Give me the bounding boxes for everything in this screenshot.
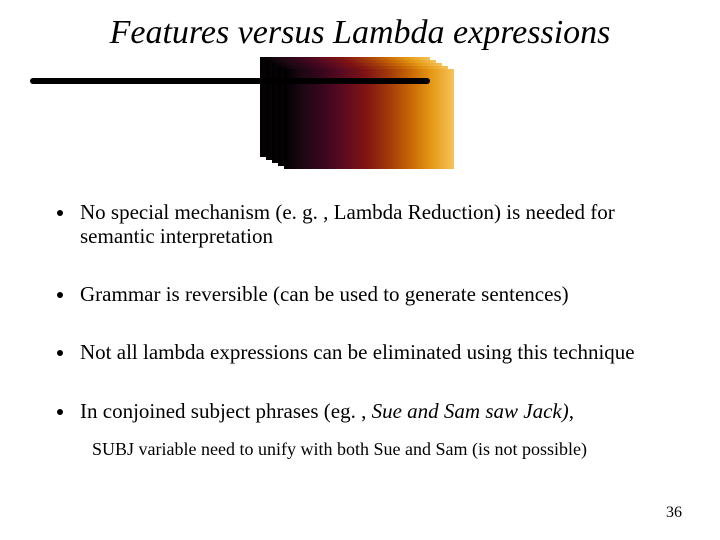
bullet-item: Grammar is reversible (can be used to ge… bbox=[76, 282, 662, 306]
bullet-item: No special mechanism (e. g. , Lambda Red… bbox=[76, 200, 662, 248]
bullet-text-pre: In conjoined subject phrases (eg. , bbox=[80, 399, 372, 423]
slide-title: Features versus Lambda expressions bbox=[0, 14, 720, 51]
bullet-text-italic: Sue and Sam saw Jack), bbox=[372, 399, 574, 423]
bullet-item: Not all lambda expressions can be elimin… bbox=[76, 340, 662, 364]
bullet-list: No special mechanism (e. g. , Lambda Red… bbox=[72, 200, 662, 459]
page-number: 36 bbox=[666, 504, 682, 522]
title-underline bbox=[30, 78, 430, 84]
slide: Features versus Lambda expressions No sp… bbox=[0, 0, 720, 540]
gradient-rect bbox=[284, 69, 454, 169]
sub-note: SUBJ variable need to unify with both Su… bbox=[92, 439, 662, 460]
bullet-item: In conjoined subject phrases (eg. , Sue … bbox=[76, 399, 662, 423]
